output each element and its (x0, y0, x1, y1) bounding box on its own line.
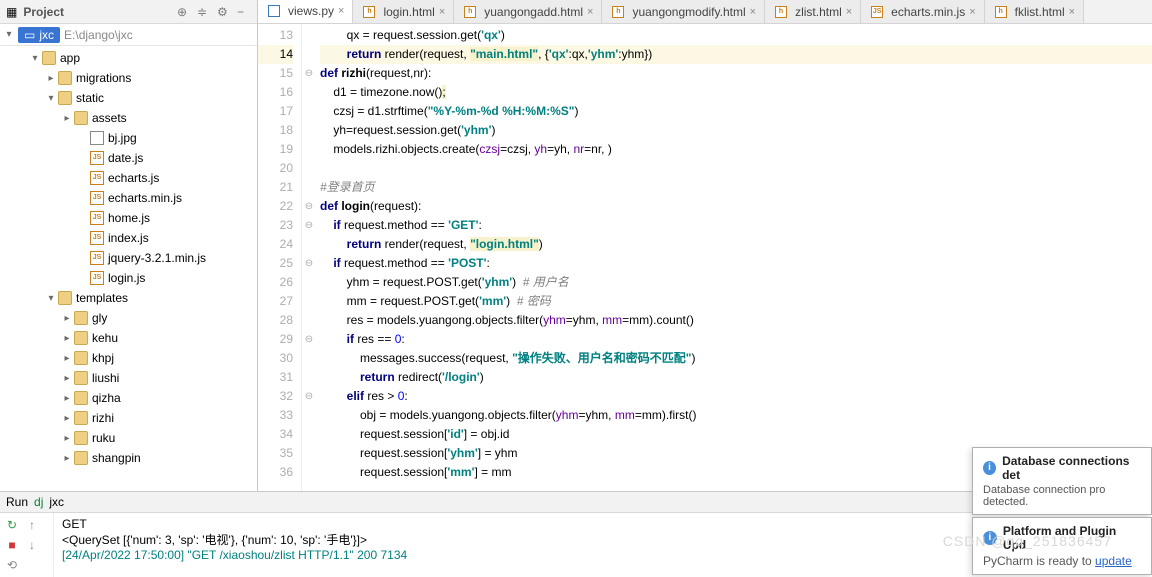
project-icon: ▦ (6, 5, 17, 19)
tree-item-echarts-min-js[interactable]: JSecharts.min.js (0, 188, 257, 208)
run-config-name: jxc (49, 495, 64, 509)
tab-yuangongmodify-html[interactable]: hyuangongmodify.html× (602, 0, 765, 23)
tree-item-khpj[interactable]: ▸khpj (0, 348, 257, 368)
close-icon[interactable]: × (750, 6, 756, 18)
chevron-down-icon[interactable]: ▾ (4, 29, 14, 40)
close-icon[interactable]: × (846, 6, 852, 18)
tree-item-gly[interactable]: ▸gly (0, 308, 257, 328)
code-editor[interactable]: 1314151617181920212223242526272829303132… (258, 24, 1152, 491)
root-path: E:\django\jxc (64, 28, 133, 42)
tree-item-jquery-3-2-1-min-js[interactable]: JSjquery-3.2.1.min.js (0, 248, 257, 268)
collapse-icon[interactable]: − (237, 5, 251, 19)
db-body: Database connection pro detected. (983, 484, 1141, 508)
tree-item-qizha[interactable]: ▸qizha (0, 388, 257, 408)
tree-item-shangpin[interactable]: ▸shangpin (0, 448, 257, 468)
tab-zlist-html[interactable]: hzlist.html× (765, 0, 861, 23)
run-controls: ↻ ↑ ■ ↓ ⟲ (0, 513, 54, 577)
tree-item-migrations[interactable]: ▸migrations (0, 68, 257, 88)
code-content[interactable]: qx = request.session.get('qx') return re… (316, 24, 1152, 491)
tree-item-rizhi[interactable]: ▸rizhi (0, 408, 257, 428)
tree-item-bj-jpg[interactable]: bj.jpg (0, 128, 257, 148)
tab-login-html[interactable]: hlogin.html× (353, 0, 454, 23)
update-link[interactable]: update (1095, 554, 1132, 568)
django-icon: dj (34, 495, 43, 509)
rerun-button[interactable]: ↻ (4, 517, 20, 533)
plugin-title: Platform and Plugin Upd (1003, 524, 1141, 552)
line-gutter: 1314151617181920212223242526272829303132… (258, 24, 302, 491)
project-header: ▦ Project ⊕ ≑ ⚙ − (0, 0, 257, 24)
close-icon[interactable]: × (439, 6, 445, 18)
db-title: Database connections det (1002, 454, 1141, 482)
gear-icon[interactable]: ⚙ (217, 5, 231, 19)
clear-button[interactable]: ⟲ (4, 557, 20, 573)
project-tree[interactable]: ▾app▸migrations▾static▸assetsbj.jpgJSdat… (0, 46, 257, 491)
tab-yuangongadd-html[interactable]: hyuangongadd.html× (454, 0, 602, 23)
tree-item-templates[interactable]: ▾templates (0, 288, 257, 308)
target-icon[interactable]: ⊕ (177, 5, 191, 19)
project-sidebar: ▦ Project ⊕ ≑ ⚙ − ▾ ▭ jxc E:\django\jxc ▾… (0, 0, 258, 491)
split-icon[interactable]: ≑ (197, 5, 211, 19)
tree-item-ruku[interactable]: ▸ruku (0, 428, 257, 448)
close-icon[interactable]: × (587, 6, 593, 18)
close-icon[interactable]: × (1069, 6, 1075, 18)
up-button[interactable]: ↑ (24, 517, 40, 533)
tree-item-login-js[interactable]: JSlogin.js (0, 268, 257, 288)
project-title: Project (23, 5, 171, 19)
close-icon[interactable]: × (338, 5, 344, 17)
folder-icon: ▭ (24, 28, 35, 42)
tree-item-home-js[interactable]: JShome.js (0, 208, 257, 228)
tree-item-assets[interactable]: ▸assets (0, 108, 257, 128)
tree-item-kehu[interactable]: ▸kehu (0, 328, 257, 348)
tab-echarts-min-js[interactable]: JSecharts.min.js× (861, 0, 984, 23)
tree-item-date-js[interactable]: JSdate.js (0, 148, 257, 168)
close-icon[interactable]: × (969, 6, 975, 18)
run-label: Run (6, 495, 28, 509)
tree-item-liushi[interactable]: ▸liushi (0, 368, 257, 388)
down-button[interactable]: ↓ (24, 537, 40, 553)
plugin-notification[interactable]: i Platform and Plugin Upd PyCharm is read… (972, 517, 1152, 575)
editor-area: views.py×hlogin.html×hyuangongadd.html×h… (258, 0, 1152, 491)
root-name: jxc (39, 28, 54, 42)
db-notification[interactable]: i Database connections det Database conne… (972, 447, 1152, 515)
info-icon: i (983, 531, 997, 545)
project-root-row[interactable]: ▾ ▭ jxc E:\django\jxc (0, 24, 257, 46)
info-icon: i (983, 461, 996, 475)
plugin-body: PyCharm is ready to (983, 554, 1095, 568)
tree-item-app[interactable]: ▾app (0, 48, 257, 68)
editor-tabs[interactable]: views.py×hlogin.html×hyuangongadd.html×h… (258, 0, 1152, 24)
fold-column[interactable]: ⊖⊖⊖⊖⊖⊖ (302, 24, 316, 491)
stop-button[interactable]: ■ (4, 537, 20, 553)
tree-item-static[interactable]: ▾static (0, 88, 257, 108)
tab-fklist-html[interactable]: hfklist.html× (985, 0, 1084, 23)
tab-views-py[interactable]: views.py× (258, 0, 353, 24)
tree-item-echarts-js[interactable]: JSecharts.js (0, 168, 257, 188)
tree-item-index-js[interactable]: JSindex.js (0, 228, 257, 248)
